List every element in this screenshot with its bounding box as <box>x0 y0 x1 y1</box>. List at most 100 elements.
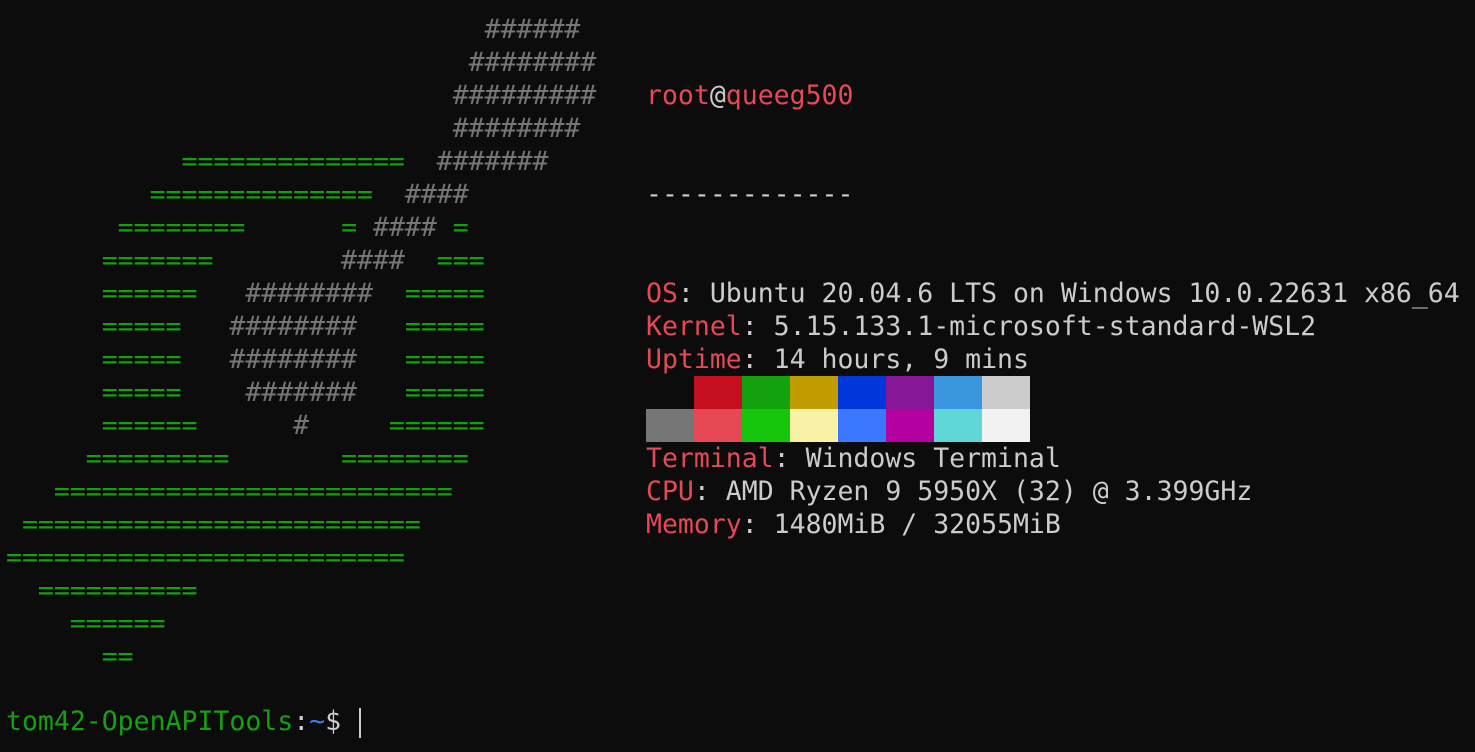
ascii-logo-line: ====== <box>6 607 596 640</box>
prompt-path: ~ <box>309 706 326 737</box>
ascii-logo-segment: === <box>436 245 485 276</box>
ubuntu-ascii-logo: ###### ######## ######### ######## =====… <box>6 13 596 673</box>
ascii-logo-segment: ######## <box>197 278 405 309</box>
user-host-line: root@queeg500 <box>646 79 1460 112</box>
info-key: Kernel <box>646 311 742 342</box>
info-key-colon: : <box>773 443 806 474</box>
palette-swatch-normal <box>646 376 694 409</box>
palette-swatch-bright <box>694 409 742 442</box>
info-key-colon: : <box>741 344 774 375</box>
ascii-logo-line: ============== ####### <box>6 145 596 178</box>
palette-swatch-normal <box>694 376 742 409</box>
ascii-logo-segment: ######## <box>181 311 405 342</box>
ascii-logo-line: ===== ######## ===== <box>6 310 596 343</box>
terminal-window[interactable]: ###### ######## ######### ######## =====… <box>0 0 1475 752</box>
ascii-logo-segment <box>229 443 341 474</box>
ascii-logo-segment: ========= <box>6 443 230 474</box>
palette-swatch-bright <box>886 409 934 442</box>
ascii-logo-segment: ===== <box>6 344 182 375</box>
ascii-logo-line: ######## <box>6 46 597 79</box>
text-cursor[interactable] <box>359 707 362 738</box>
ascii-logo-segment: ============== <box>6 146 405 177</box>
ascii-logo-segment: ######### <box>6 80 597 111</box>
ascii-logo-line: ===== ####### ===== <box>6 376 596 409</box>
palette-normal-row <box>646 376 1030 409</box>
info-row: Terminal: Windows Terminal <box>646 442 1460 475</box>
palette-swatch-normal <box>934 376 982 409</box>
ascii-logo-segment: ===== <box>6 311 182 342</box>
palette-swatch-normal <box>982 376 1030 409</box>
palette-swatch-bright <box>934 409 982 442</box>
info-value: 5.15.133.1-microsoft-standard-WSL2 <box>773 311 1317 342</box>
ascii-logo-segment: ========================= <box>6 542 405 573</box>
ascii-logo-segment: ######## <box>6 113 581 144</box>
ascii-logo-segment: ============== <box>6 179 373 210</box>
ascii-logo-segment: #### <box>372 179 469 210</box>
palette-swatch-normal <box>886 376 934 409</box>
ascii-logo-segment: #### <box>213 245 437 276</box>
ascii-logo-segment: ===== <box>404 344 485 375</box>
palette-swatch-bright <box>790 409 838 442</box>
palette-swatch-normal <box>838 376 886 409</box>
ascii-logo-segment: ######## <box>181 344 405 375</box>
ascii-logo-segment: ===== <box>404 278 485 309</box>
ascii-logo-segment: ===== <box>404 377 485 408</box>
shell-prompt[interactable]: tom42-OpenAPITools:~$ <box>6 705 362 738</box>
info-user: root <box>646 80 710 111</box>
palette-swatch-normal <box>790 376 838 409</box>
prompt-user-host: tom42-OpenAPITools <box>6 706 294 737</box>
info-key: OS <box>646 278 678 309</box>
ascii-logo-line: ====== ######## ===== <box>6 277 596 310</box>
ascii-logo-segment: ========================= <box>6 509 421 540</box>
ascii-logo-segment: ======== <box>6 212 246 243</box>
ascii-logo-segment: ========================= <box>6 476 453 507</box>
info-row: CPU: AMD Ryzen 9 5950X (32) @ 3.399GHz <box>646 475 1460 508</box>
info-key: Memory <box>646 509 742 540</box>
info-key-colon: : <box>741 509 774 540</box>
info-row: Memory: 1480MiB / 32055MiB <box>646 508 1460 541</box>
ascii-logo-line: ===== ######## ===== <box>6 343 596 376</box>
ascii-logo-segment: ====== <box>6 410 198 441</box>
palette-bright-row <box>646 409 1030 442</box>
info-value: 1480MiB / 32055MiB <box>773 509 1061 540</box>
info-key-colon: : <box>677 278 710 309</box>
ascii-logo-line: ========================= <box>6 508 596 541</box>
palette-swatch-bright <box>646 409 694 442</box>
ascii-logo-segment: ====== <box>6 608 166 639</box>
ascii-logo-line: ======= #### === <box>6 244 596 277</box>
ascii-logo-segment: ======== <box>341 443 469 474</box>
ascii-logo-line: ============== #### <box>6 178 596 211</box>
ascii-logo-segment: ######## <box>6 47 597 78</box>
ascii-logo-segment: ===== <box>404 311 485 342</box>
palette-swatch-normal <box>742 376 790 409</box>
ascii-logo-line: == <box>6 640 596 673</box>
info-row: Kernel: 5.15.133.1-microsoft-standard-WS… <box>646 310 1460 343</box>
ascii-logo-segment: ====== <box>6 278 198 309</box>
info-host: queeg500 <box>725 80 854 111</box>
info-row: OS: Ubuntu 20.04.6 LTS on Windows 10.0.2… <box>646 277 1460 310</box>
ascii-logo-segment: ####### <box>181 377 405 408</box>
ascii-logo-segment: ====== <box>388 410 485 441</box>
ascii-logo-line: ======== = #### = <box>6 211 596 244</box>
ascii-logo-segment: ========== <box>6 575 198 606</box>
ascii-logo-line: ######## <box>6 112 596 145</box>
palette-swatch-bright <box>982 409 1030 442</box>
ascii-logo-segment: ###### <box>6 14 581 45</box>
ascii-logo-line: ###### <box>6 13 596 46</box>
ascii-logo-line: ========= ======== <box>6 442 596 475</box>
color-palette <box>646 376 1030 442</box>
ascii-logo-line: ========================= <box>6 475 596 508</box>
prompt-symbol: $ <box>325 706 358 737</box>
ascii-logo-segment: = <box>452 212 469 243</box>
ascii-logo-line: ######### <box>6 79 597 112</box>
ascii-logo-segment: = <box>341 212 358 243</box>
ascii-logo-segment <box>245 212 341 243</box>
ascii-logo-segment: ####### <box>404 146 549 177</box>
info-key: Uptime <box>646 344 742 375</box>
palette-swatch-bright <box>838 409 886 442</box>
info-separator: ------------- <box>646 179 854 210</box>
prompt-colon: : <box>293 706 310 737</box>
ascii-logo-line: ====== # ====== <box>6 409 596 442</box>
info-value: Windows Terminal <box>805 443 1061 474</box>
ascii-logo-line: ========== <box>6 574 596 607</box>
